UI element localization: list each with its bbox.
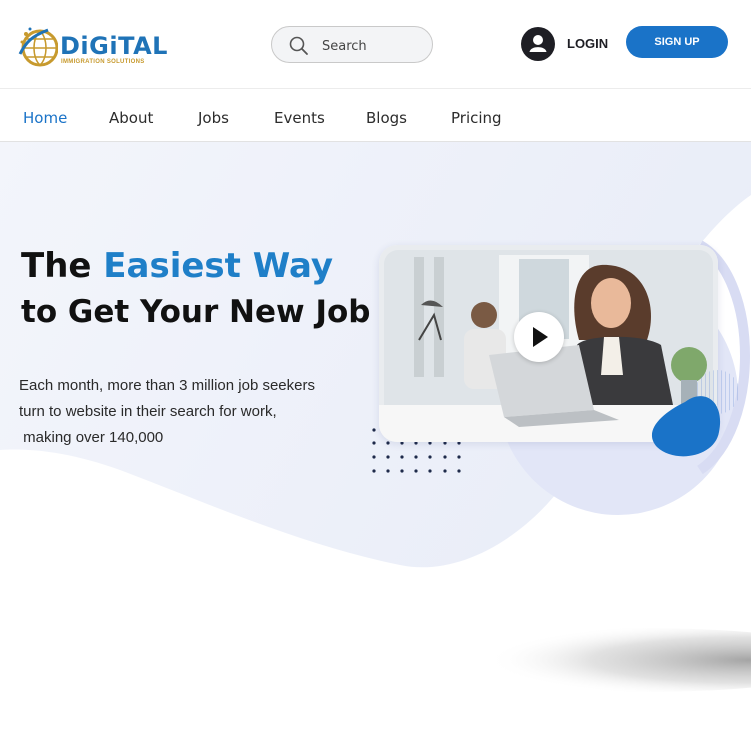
logo-name: DiGiTAL — [60, 32, 168, 60]
decorative-blob — [651, 370, 739, 457]
site-header: DiGiTAL IMMIGRATION SOLUTIONS LOGIN SIGN… — [0, 0, 751, 88]
search-input[interactable] — [320, 35, 424, 57]
login-link[interactable]: LOGIN — [567, 36, 608, 51]
play-icon — [533, 327, 548, 347]
globe-logo-icon — [18, 27, 58, 67]
signup-button[interactable]: SIGN UP — [626, 26, 728, 58]
user-silhouette-icon — [529, 35, 547, 52]
logo-tagline: IMMIGRATION SOLUTIONS — [61, 59, 145, 65]
site-logo[interactable]: DiGiTAL IMMIGRATION SOLUTIONS — [18, 22, 173, 72]
main-nav: Home About Jobs Events Blogs Pricing — [0, 88, 751, 142]
hero-title-line1: The Easiest Way — [21, 244, 370, 288]
nav-item-pricing[interactable]: Pricing — [451, 109, 502, 127]
hero-title-prefix: The — [21, 246, 104, 286]
hero-description-line1: Each month, more than 3 million job seek… — [19, 377, 315, 394]
user-icon[interactable] — [521, 27, 555, 61]
hero-headline: The Easiest Way to Get Your New Job — [21, 244, 370, 336]
play-button[interactable] — [514, 312, 564, 362]
nav-item-events[interactable]: Events — [274, 109, 325, 127]
hero-description-line3: making over 140,000 — [19, 429, 164, 446]
nav-item-blogs[interactable]: Blogs — [366, 109, 407, 127]
hero-description-line2: turn to website in their search for work… — [19, 403, 277, 420]
hero-description: Each month, more than 3 million job seek… — [19, 373, 364, 451]
hero-title-line2: to Get Your New Job — [21, 294, 371, 330]
nav-item-jobs[interactable]: Jobs — [198, 109, 229, 127]
nav-item-about[interactable]: About — [109, 109, 153, 127]
search-box[interactable] — [271, 26, 433, 63]
hero-title-highlight: Easiest Way — [103, 246, 334, 286]
nav-item-home[interactable]: Home — [23, 109, 67, 127]
search-icon[interactable] — [289, 36, 309, 56]
